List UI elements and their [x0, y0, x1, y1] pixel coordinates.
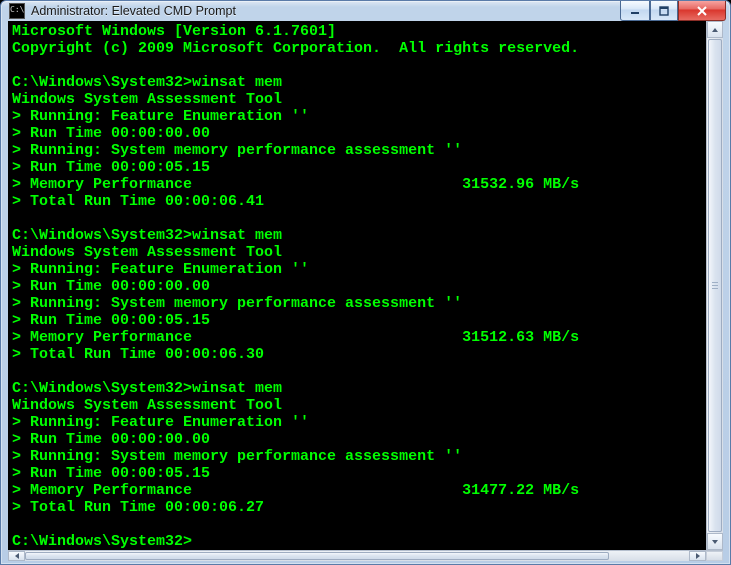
scrollbar-corner	[706, 551, 723, 561]
chevron-right-icon	[695, 552, 701, 560]
client-area: Microsoft Windows [Version 6.1.7601] Cop…	[8, 21, 723, 550]
terminal-output[interactable]: Microsoft Windows [Version 6.1.7601] Cop…	[8, 21, 706, 550]
scroll-down-button[interactable]	[707, 533, 723, 550]
cmd-icon: C:\	[9, 3, 25, 19]
horizontal-scrollbar[interactable]	[8, 550, 723, 561]
maximize-button[interactable]	[650, 1, 678, 21]
close-button[interactable]	[678, 1, 726, 21]
minimize-icon	[630, 6, 640, 16]
maximize-icon	[659, 6, 669, 16]
scroll-up-button[interactable]	[707, 21, 723, 38]
window-controls	[620, 1, 726, 21]
horizontal-scroll-thumb[interactable]	[25, 552, 609, 560]
scroll-right-button[interactable]	[689, 551, 706, 561]
minimize-button[interactable]	[620, 1, 650, 21]
vertical-scrollbar[interactable]	[706, 21, 723, 550]
titlebar[interactable]: C:\ Administrator: Elevated CMD Prompt	[1, 1, 730, 21]
chevron-up-icon	[711, 27, 719, 33]
terminal-text: Microsoft Windows [Version 6.1.7601] Cop…	[12, 23, 706, 550]
window-title: Administrator: Elevated CMD Prompt	[31, 4, 620, 18]
horizontal-scroll-track[interactable]	[25, 551, 689, 561]
close-icon	[696, 6, 708, 16]
cmd-window: C:\ Administrator: Elevated CMD Prompt M…	[0, 0, 731, 565]
scroll-left-button[interactable]	[8, 551, 25, 561]
vertical-scroll-thumb[interactable]	[708, 39, 722, 532]
chevron-left-icon	[14, 552, 20, 560]
chevron-down-icon	[711, 539, 719, 545]
